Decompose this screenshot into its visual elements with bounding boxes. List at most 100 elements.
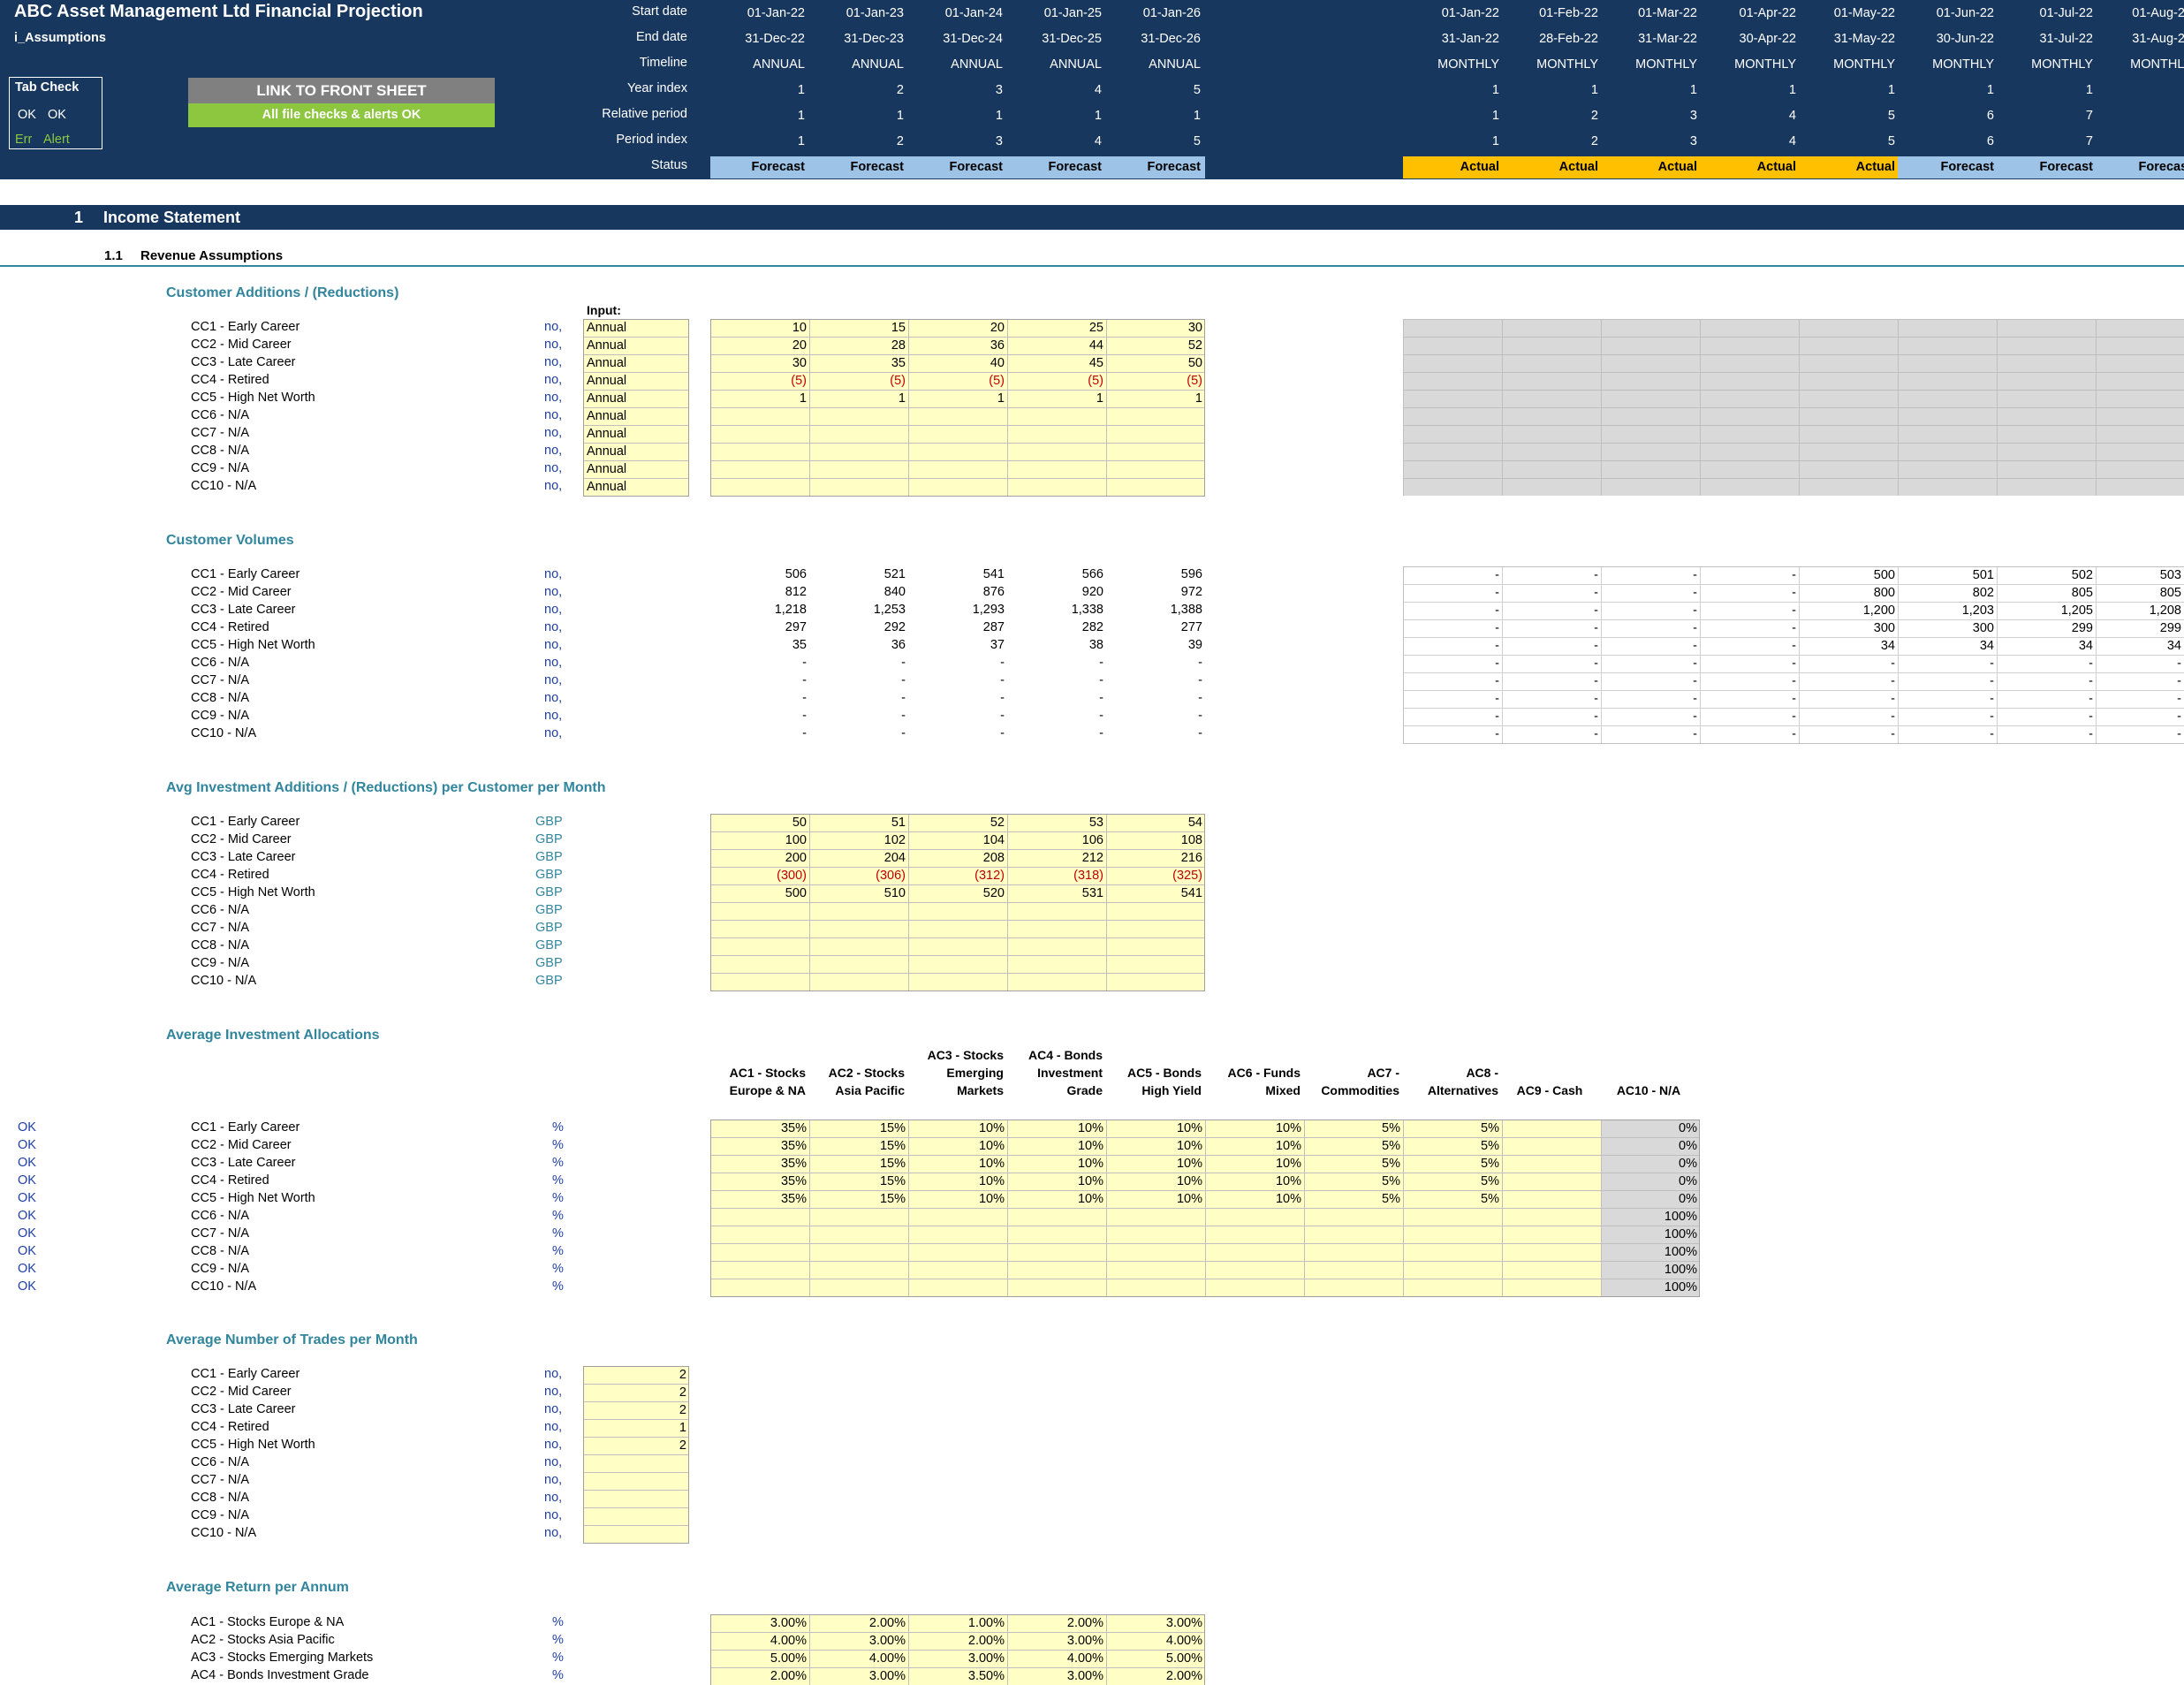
- volumes-row-label: CC4 - Retired: [191, 620, 269, 634]
- additions-monthly-locked-cell: [1799, 319, 1898, 337]
- trades-unit: no,: [544, 1385, 563, 1399]
- avg-investment-row-label: CC2 - Mid Career: [191, 832, 292, 846]
- additions-row-label: CC6 - N/A: [191, 408, 250, 422]
- section-number: 1: [74, 209, 84, 226]
- timeline-label-4: Relative period: [602, 107, 687, 121]
- monthly-year-index-cell: 1: [1887, 83, 1895, 97]
- additions-monthly-locked-cell: [1997, 407, 2096, 425]
- additions-monthly-locked-cell: [2096, 354, 2184, 372]
- monthly-period-index-cell: 4: [1788, 134, 1796, 148]
- volumes-annual-cell: 1,253: [873, 603, 906, 617]
- additions-monthly-locked-cell: [2096, 372, 2184, 390]
- monthly-period-index-cell: 3: [1689, 134, 1697, 148]
- volumes-unit: no,: [544, 567, 563, 581]
- annual-start-cell: 01-Jan-22: [747, 6, 805, 20]
- volumes-annual-cell: 37: [990, 638, 1005, 652]
- volumes-annual-cell: -: [901, 726, 906, 740]
- allocations-row-label: CC1 - Early Career: [191, 1120, 300, 1135]
- volumes-annual-cell: 541: [982, 567, 1005, 581]
- allocation-check-status: OK: [18, 1120, 36, 1135]
- additions-monthly-locked-cell: [1502, 443, 1601, 460]
- trades-row-label: CC9 - N/A: [191, 1508, 250, 1522]
- monthly-start-cell: 01-Apr-22: [1739, 6, 1796, 20]
- volumes-annual-cell: 1,218: [774, 603, 807, 617]
- monthly-status-cell: Actual: [1502, 156, 1601, 178]
- monthly-period-index-cell: 6: [1986, 134, 1994, 148]
- volumes-annual-cell: -: [1000, 691, 1005, 705]
- additions-monthly-locked-cell: [1700, 443, 1799, 460]
- allocations-row-label: CC7 - N/A: [191, 1226, 250, 1241]
- annual-year-index-cell: 2: [896, 83, 904, 97]
- monthly-relative-cell: 7: [2085, 109, 2093, 123]
- trades-frame: [583, 1366, 689, 1544]
- volumes-annual-cell: 972: [1180, 585, 1202, 599]
- additions-monthly-locked-cell: [1700, 407, 1799, 425]
- section-bar: [0, 205, 2184, 230]
- returns-unit: %: [552, 1633, 564, 1647]
- additions-monthly-locked-cell: [1502, 319, 1601, 337]
- returns-row-label: AC2 - Stocks Asia Pacific: [191, 1633, 335, 1647]
- monthly-timeline-cell: MONTHLY: [1833, 57, 1895, 72]
- allocations-unit: %: [552, 1226, 564, 1241]
- monthly-period-index-cell: 5: [1887, 134, 1895, 148]
- allocations-frame: [710, 1120, 1700, 1297]
- additions-monthly-locked-cell: [2096, 407, 2184, 425]
- tab-check-label: Tab Check: [15, 80, 80, 95]
- monthly-end-cell: 31-May-22: [1833, 32, 1895, 46]
- annual-status-cell: Forecast: [710, 156, 809, 178]
- volumes-annual-cell: 287: [982, 620, 1005, 634]
- additions-unit: no,: [544, 320, 563, 334]
- additions-row-label: CC7 - N/A: [191, 426, 250, 440]
- cust-additions-heading: Customer Additions / (Reductions): [166, 285, 399, 300]
- volumes-annual-cell: 521: [883, 567, 906, 581]
- allocation-column-header: Investment: [1037, 1066, 1103, 1080]
- allocation-column-header: Grade: [1066, 1083, 1103, 1097]
- monthly-relative-cell: 3: [1689, 109, 1697, 123]
- volumes-annual-cell: 920: [1081, 585, 1103, 599]
- additions-monthly-locked-cell: [1601, 319, 1700, 337]
- additions-monthly-locked-cell: [2096, 460, 2184, 478]
- allocation-column-header: Markets: [957, 1083, 1004, 1097]
- annual-relative-cell: 1: [1094, 109, 1102, 123]
- allocation-check-status: OK: [18, 1262, 36, 1276]
- monthly-timeline-cell: MONTHLY: [1932, 57, 1994, 72]
- volumes-unit: no,: [544, 691, 563, 705]
- allocations-unit: %: [552, 1120, 564, 1135]
- additions-unit: no,: [544, 373, 563, 387]
- avg-investment-unit: GBP: [535, 868, 563, 882]
- monthly-year-index-cell: 1: [2085, 83, 2093, 97]
- allocations-unit: %: [552, 1191, 564, 1205]
- additions-monthly-locked-cell: [1403, 443, 1502, 460]
- allocation-column-header: AC4 - Bonds: [1028, 1048, 1103, 1062]
- volumes-unit: no,: [544, 585, 563, 599]
- annual-timeline-cell: ANNUAL: [951, 57, 1003, 72]
- additions-monthly-locked-cell: [1601, 478, 1700, 496]
- allocation-column-header: AC1 - Stocks: [729, 1066, 806, 1080]
- trades-row-label: CC6 - N/A: [191, 1455, 250, 1469]
- monthly-year-index-cell: 1: [2096, 80, 2184, 102]
- additions-monthly-locked-cell: [1403, 478, 1502, 496]
- avg-investment-unit: GBP: [535, 974, 563, 988]
- link-to-front-sheet-button[interactable]: LINK TO FRONT SHEET: [188, 78, 495, 103]
- input-label: Input:: [587, 303, 621, 317]
- annual-timeline-cell: ANNUAL: [1050, 57, 1102, 72]
- volumes-annual-cell: -: [901, 691, 906, 705]
- additions-monthly-locked-cell: [1997, 478, 2096, 496]
- allocations-unit: %: [552, 1262, 564, 1276]
- allocation-column-header: AC6 - Funds: [1227, 1066, 1301, 1080]
- monthly-year-index-cell: 1: [1590, 83, 1598, 97]
- annual-period-index-cell: 5: [1193, 134, 1201, 148]
- volumes-unit: no,: [544, 656, 563, 670]
- additions-monthly-locked-cell: [1403, 337, 1502, 354]
- additions-monthly-locked-cell: [1997, 372, 2096, 390]
- additions-row-label: CC2 - Mid Career: [191, 338, 292, 352]
- avg-investment-row-label: CC8 - N/A: [191, 938, 250, 953]
- monthly-start-cell: 01-Mar-22: [1638, 6, 1697, 20]
- monthly-start-cell: 01-Jul-22: [2039, 6, 2093, 20]
- additions-monthly-locked-cell: [1700, 390, 1799, 407]
- additions-monthly-locked-cell: [2096, 337, 2184, 354]
- annual-period-index-cell: 1: [797, 134, 805, 148]
- additions-unit: no,: [544, 391, 563, 405]
- workbook-title: ABC Asset Management Ltd Financial Proje…: [14, 2, 423, 21]
- allocation-column-header: Europe & NA: [729, 1083, 806, 1097]
